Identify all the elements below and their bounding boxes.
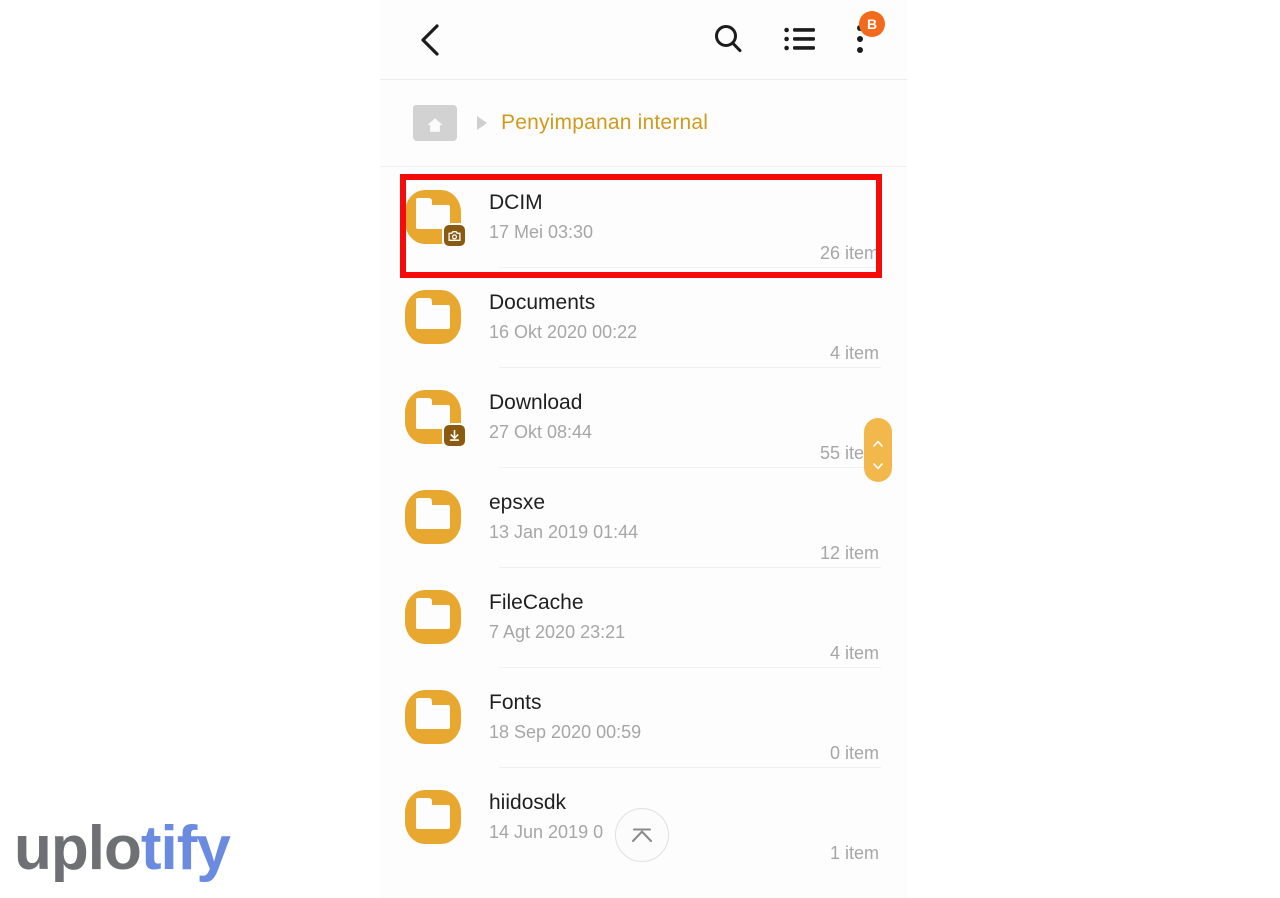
scroll-to-top-button[interactable] bbox=[615, 808, 669, 862]
list-item-name: DCIM bbox=[489, 191, 543, 215]
back-button[interactable] bbox=[408, 18, 452, 62]
home-glyph-icon bbox=[427, 118, 443, 132]
list-item-name: FileCache bbox=[489, 591, 584, 615]
folder-home-icon[interactable] bbox=[413, 105, 457, 141]
folder-icon bbox=[405, 790, 461, 844]
file-manager-app: B Penyimpanan internal DCIM 17 Mei 03:30… bbox=[380, 0, 907, 898]
list-item[interactable]: DCIM 17 Mei 03:30 26 item bbox=[380, 167, 907, 267]
list-item-text: epsxe 13 Jan 2019 01:44 bbox=[489, 490, 820, 544]
folder-icon bbox=[405, 290, 461, 344]
more-vertical-icon: B bbox=[857, 11, 885, 55]
list-item-count: 12 item bbox=[819, 543, 879, 563]
chevron-down-icon bbox=[873, 457, 883, 469]
list-item-name: Fonts bbox=[489, 691, 542, 715]
list-item-count: 4 item bbox=[829, 343, 879, 363]
watermark-part-b: tify bbox=[140, 814, 231, 883]
list-view-icon bbox=[784, 27, 815, 51]
folder-icon bbox=[405, 590, 461, 644]
list-item-date: 7 Agt 2020 23:21 bbox=[489, 622, 626, 643]
list-view-button[interactable] bbox=[777, 16, 823, 62]
list-item-date: 27 Okt 08:44 bbox=[489, 422, 593, 443]
file-list: DCIM 17 Mei 03:30 26 item Documents 16 O… bbox=[380, 167, 907, 867]
list-item-name: Download bbox=[489, 391, 583, 415]
camera-badge-icon bbox=[442, 223, 467, 248]
list-item[interactable]: Documents 16 Okt 2020 00:22 4 item bbox=[380, 267, 907, 367]
breadcrumb-path-label[interactable]: Penyimpanan internal bbox=[501, 111, 708, 135]
list-item-name: Documents bbox=[489, 291, 596, 315]
list-item-count: 26 item bbox=[819, 243, 879, 263]
triangle-right-icon bbox=[477, 116, 487, 130]
list-item-count: 0 item bbox=[829, 743, 879, 763]
list-item-text: Download 27 Okt 08:44 bbox=[489, 390, 820, 444]
profile-badge[interactable]: B bbox=[859, 11, 885, 37]
folder-camera-icon bbox=[405, 190, 467, 248]
list-item[interactable]: FileCache 7 Agt 2020 23:21 4 item bbox=[380, 567, 907, 667]
list-item[interactable]: Download 27 Okt 08:44 55 item bbox=[380, 367, 907, 467]
list-item[interactable]: Fonts 18 Sep 2020 00:59 0 item bbox=[380, 667, 907, 767]
chevron-left-icon bbox=[421, 24, 439, 56]
download-glyph-icon bbox=[449, 429, 460, 441]
download-badge-icon bbox=[442, 423, 467, 448]
breadcrumb: Penyimpanan internal bbox=[380, 80, 907, 167]
list-item-name: epsxe bbox=[489, 491, 546, 515]
list-item-date: 17 Mei 03:30 bbox=[489, 222, 594, 243]
search-button[interactable] bbox=[705, 16, 751, 62]
list-item[interactable]: epsxe 13 Jan 2019 01:44 12 item bbox=[380, 467, 907, 567]
folder-icon bbox=[405, 490, 461, 544]
scroll-to-top-icon bbox=[631, 828, 653, 843]
scrollbar-thumb[interactable] bbox=[864, 418, 892, 482]
list-item-text: FileCache 7 Agt 2020 23:21 bbox=[489, 590, 830, 644]
watermark: uplotify bbox=[14, 818, 231, 880]
list-item-date: 18 Sep 2020 00:59 bbox=[489, 722, 642, 743]
search-icon bbox=[715, 25, 742, 53]
overflow-menu-button[interactable]: B bbox=[837, 11, 885, 62]
camera-glyph-icon bbox=[448, 230, 461, 241]
folder-icon bbox=[405, 690, 461, 744]
list-item-text: Fonts 18 Sep 2020 00:59 bbox=[489, 690, 830, 744]
folder-download-icon bbox=[405, 390, 467, 448]
chevron-up-icon bbox=[873, 434, 883, 447]
list-item-text: Documents 16 Okt 2020 00:22 bbox=[489, 290, 830, 344]
list-item-count: 1 item bbox=[829, 843, 879, 863]
list-item-date: 13 Jan 2019 01:44 bbox=[489, 522, 639, 543]
list-item-count: 4 item bbox=[829, 643, 879, 663]
app-bar: B bbox=[380, 0, 907, 80]
list-item-text: DCIM 17 Mei 03:30 bbox=[489, 190, 820, 244]
watermark-part-a: uplo bbox=[14, 814, 142, 883]
list-item-date: 16 Okt 2020 00:22 bbox=[489, 322, 638, 343]
screenshot-root: B Penyimpanan internal DCIM 17 Mei 03:30… bbox=[0, 0, 1280, 898]
